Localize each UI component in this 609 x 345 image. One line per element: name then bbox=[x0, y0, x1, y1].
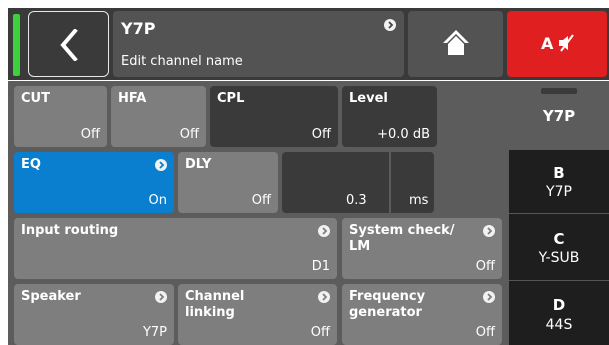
chevron-right-icon bbox=[483, 291, 495, 303]
system-check-button[interactable]: System check/ LM Off bbox=[342, 218, 502, 279]
cut-button[interactable]: CUT Off bbox=[14, 86, 107, 147]
channel-tab-d[interactable]: D 44S bbox=[509, 282, 609, 345]
channel-linking-value: Off bbox=[310, 325, 330, 340]
channel-b-letter: B bbox=[553, 164, 565, 182]
frequency-generator-label-line2: generator bbox=[349, 305, 422, 320]
level-value: +0.0 dB bbox=[377, 127, 430, 142]
channel-tab-c[interactable]: C Y-SUB bbox=[509, 215, 609, 281]
channel-name-title: Y7P bbox=[121, 19, 156, 38]
channel-tab-a[interactable]: Y7P bbox=[509, 81, 609, 150]
dly-value: Off bbox=[251, 193, 271, 208]
channel-tab-b[interactable]: B Y7P bbox=[509, 152, 609, 214]
screen: Y7P Edit channel name A CUT Off HFA Off … bbox=[0, 0, 609, 345]
delay-value: 0.3 bbox=[346, 193, 367, 208]
speaker-muted-icon bbox=[557, 34, 575, 56]
chevron-left-icon bbox=[59, 28, 79, 65]
chevron-right-icon bbox=[155, 291, 167, 303]
eq-button[interactable]: EQ On bbox=[14, 152, 174, 213]
home-icon bbox=[441, 27, 471, 61]
edit-channel-name-label: Edit channel name bbox=[121, 54, 243, 69]
system-check-label-line2: LM bbox=[349, 239, 371, 254]
channel-c-letter: C bbox=[553, 230, 565, 248]
frequency-generator-label: Frequency generator bbox=[349, 289, 425, 321]
mute-button[interactable]: A bbox=[507, 11, 607, 77]
input-routing-button[interactable]: Input routing D1 bbox=[14, 218, 337, 279]
chevron-right-icon bbox=[483, 225, 495, 237]
mute-channel-label: A bbox=[541, 34, 554, 53]
delay-divider bbox=[389, 152, 391, 213]
speaker-label: Speaker bbox=[21, 289, 81, 304]
level-button[interactable]: Level +0.0 dB bbox=[342, 86, 437, 147]
speaker-value: Y7P bbox=[142, 325, 167, 340]
frequency-generator-label-line1: Frequency bbox=[349, 289, 426, 304]
hfa-button[interactable]: HFA Off bbox=[111, 86, 206, 147]
input-routing-value: D1 bbox=[311, 259, 330, 274]
channel-name-field[interactable]: Y7P Edit channel name bbox=[113, 11, 404, 77]
cut-value: Off bbox=[80, 127, 100, 142]
channel-b-name: Y7P bbox=[546, 184, 572, 200]
system-check-value: Off bbox=[475, 259, 495, 274]
channel-linking-button[interactable]: Channel linking Off bbox=[178, 284, 337, 345]
cut-label: CUT bbox=[21, 91, 50, 106]
dly-button[interactable]: DLY Off bbox=[178, 152, 278, 213]
system-check-label: System check/ LM bbox=[349, 223, 455, 255]
channel-a-bar bbox=[541, 88, 577, 94]
signal-indicator bbox=[13, 14, 20, 76]
chevron-right-icon bbox=[384, 19, 396, 31]
channel-a-name: Y7P bbox=[542, 107, 576, 125]
chevron-right-icon bbox=[318, 291, 330, 303]
channel-linking-label-line1: Channel bbox=[185, 289, 245, 304]
channel-c-name: Y-SUB bbox=[538, 250, 580, 266]
delay-unit: ms bbox=[409, 193, 429, 208]
eq-value: On bbox=[148, 193, 167, 208]
hfa-label: HFA bbox=[118, 91, 147, 106]
channel-linking-label: Channel linking bbox=[185, 289, 244, 321]
cpl-button[interactable]: CPL Off bbox=[210, 86, 338, 147]
channel-d-letter: D bbox=[552, 296, 566, 314]
speaker-button[interactable]: Speaker Y7P bbox=[14, 284, 174, 345]
channel-d-name: 44S bbox=[545, 317, 573, 333]
home-button[interactable] bbox=[408, 11, 503, 77]
eq-label: EQ bbox=[21, 157, 41, 172]
delay-value-field[interactable]: 0.3 ms bbox=[282, 152, 434, 213]
frequency-generator-value: Off bbox=[475, 325, 495, 340]
frequency-generator-button[interactable]: Frequency generator Off bbox=[342, 284, 502, 345]
system-check-label-line1: System check/ bbox=[349, 223, 455, 238]
dly-label: DLY bbox=[185, 157, 212, 172]
back-button[interactable] bbox=[28, 11, 109, 77]
channel-linking-label-line2: linking bbox=[185, 305, 235, 320]
level-label: Level bbox=[349, 91, 388, 106]
chevron-right-icon bbox=[155, 159, 167, 171]
input-routing-label: Input routing bbox=[21, 223, 119, 238]
cpl-label: CPL bbox=[217, 91, 245, 106]
cpl-value: Off bbox=[311, 127, 331, 142]
hfa-value: Off bbox=[179, 127, 199, 142]
chevron-right-icon bbox=[318, 225, 330, 237]
